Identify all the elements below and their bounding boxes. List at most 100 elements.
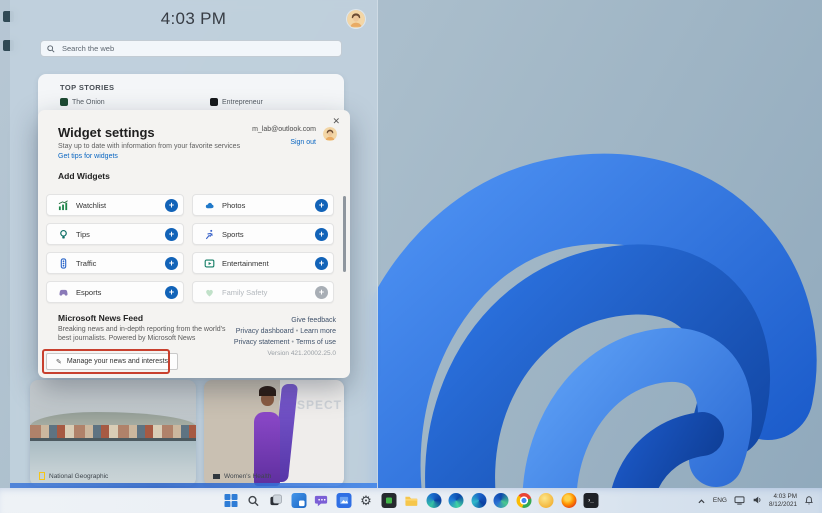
tray-date: 8/12/2021 xyxy=(769,501,797,509)
panel-clock: 4:03 PM xyxy=(10,9,377,29)
scrollbar[interactable] xyxy=(343,196,346,272)
edge-dev-icon[interactable] xyxy=(471,493,486,508)
network-icon[interactable] xyxy=(734,492,745,510)
story-source-icon xyxy=(210,98,218,106)
story-source-label: Entrepreneur xyxy=(222,99,263,106)
news-card-national-geographic[interactable]: National Geographic xyxy=(30,380,196,486)
widget-card-traffic[interactable]: Traffic + xyxy=(46,252,184,274)
card-attribution: Women's Health xyxy=(213,473,271,480)
widget-card-photos[interactable]: Photos + xyxy=(192,194,334,216)
story-source-label: The Onion xyxy=(72,99,105,106)
widget-card-tips[interactable]: Tips + xyxy=(46,223,184,245)
firefox-icon[interactable] xyxy=(561,493,576,508)
widget-card-family-safety[interactable]: Family Safety + xyxy=(192,281,334,303)
edge-stable-icon[interactable] xyxy=(426,493,441,508)
taskbar: ⚙ ›_ ENG xyxy=(0,488,822,513)
edge-canary-icon[interactable] xyxy=(494,493,509,508)
add-sports-button[interactable]: + xyxy=(315,228,328,241)
privacy-dashboard-link[interactable]: Privacy dashboard xyxy=(236,328,294,335)
close-icon[interactable]: ✕ xyxy=(331,115,341,127)
system-tray: ENG 4:03 PM 8/12/2021 xyxy=(697,488,814,513)
chrome-canary-icon[interactable] xyxy=(539,493,554,508)
terminal-icon[interactable]: ›_ xyxy=(584,493,599,508)
tray-clock[interactable]: 4:03 PM 8/12/2021 xyxy=(769,493,797,508)
widget-label: Watchlist xyxy=(76,201,106,210)
story-item[interactable]: The Onion xyxy=(60,98,105,106)
womens-health-logo-icon xyxy=(213,474,220,479)
sports-runner-icon xyxy=(203,228,215,240)
widgets-taskbar-icon[interactable] xyxy=(291,493,306,508)
chat-icon[interactable] xyxy=(314,493,329,508)
widget-settings-dialog: ✕ Widget settings Stay up to date with i… xyxy=(38,110,350,378)
widget-card-esports[interactable]: Esports + xyxy=(46,281,184,303)
family-safety-heart-icon xyxy=(203,286,215,298)
news-card-womens-health[interactable]: RESPECT Women's Health xyxy=(204,380,344,486)
task-view-icon[interactable] xyxy=(269,493,284,508)
learn-more-link[interactable]: Learn more xyxy=(300,328,336,335)
watchlist-icon xyxy=(57,199,69,211)
photos-cloud-icon xyxy=(203,199,215,211)
get-tips-link[interactable]: Get tips for widgets xyxy=(58,153,118,160)
entertainment-screen-icon xyxy=(203,257,215,269)
settings-gear-icon[interactable]: ⚙ xyxy=(359,493,374,508)
file-explorer-icon[interactable] xyxy=(404,493,419,508)
photo-buildings xyxy=(30,425,196,439)
attribution-label: Women's Health xyxy=(224,473,271,480)
user-avatar-icon xyxy=(347,10,365,28)
taskbar-icons: ⚙ ›_ xyxy=(224,488,599,513)
story-source-icon xyxy=(60,98,68,106)
dialog-footer-links: Give feedback Privacy dashboard•Learn mo… xyxy=(234,315,336,359)
manage-news-interests-button[interactable]: ✎ Manage your news and interests xyxy=(46,353,178,370)
widget-card-entertainment[interactable]: Entertainment + xyxy=(192,252,334,274)
volume-icon[interactable] xyxy=(752,492,762,510)
separator-dot: • xyxy=(296,328,298,335)
add-esports-button[interactable]: + xyxy=(165,286,178,299)
photo-hair xyxy=(259,386,276,396)
windows-bloom-wallpaper xyxy=(370,40,822,513)
widget-grid: Watchlist + Photos + Tips + xyxy=(46,194,334,303)
tray-chevron-up-icon[interactable] xyxy=(697,492,706,510)
avatar[interactable] xyxy=(347,10,365,28)
media-app-icon[interactable] xyxy=(336,493,351,508)
search-input[interactable] xyxy=(60,43,335,54)
search-icon xyxy=(47,45,55,53)
start-button-icon[interactable] xyxy=(224,493,239,508)
tips-lightbulb-icon xyxy=(57,228,69,240)
attribution-label: National Geographic xyxy=(49,473,108,480)
sign-out-link[interactable]: Sign out xyxy=(290,139,316,146)
terms-of-use-link[interactable]: Terms of use xyxy=(296,339,336,346)
tray-time: 4:03 PM xyxy=(769,493,797,501)
notification-bell-icon[interactable] xyxy=(804,492,814,510)
edge-beta-icon[interactable] xyxy=(449,493,464,508)
widget-label: Traffic xyxy=(76,259,96,268)
national-geographic-logo-icon xyxy=(39,472,45,480)
widget-label: Tips xyxy=(76,230,90,239)
desktop: 4:03 PM TOP STORIES The Onion xyxy=(0,0,822,513)
story-item[interactable]: Entrepreneur xyxy=(210,98,263,106)
widget-label: Family Safety xyxy=(222,288,267,297)
widget-card-watchlist[interactable]: Watchlist + xyxy=(46,194,184,216)
chrome-icon[interactable] xyxy=(516,493,531,508)
add-family-safety-button-disabled[interactable]: + xyxy=(315,286,328,299)
language-indicator[interactable]: ENG xyxy=(713,497,727,504)
search-taskbar-icon[interactable] xyxy=(246,493,261,508)
widget-label: Entertainment xyxy=(222,259,269,268)
widget-label: Photos xyxy=(222,201,245,210)
add-widgets-heading: Add Widgets xyxy=(58,171,110,181)
privacy-statement-link[interactable]: Privacy statement xyxy=(234,339,290,346)
add-photos-button[interactable]: + xyxy=(315,199,328,212)
version-label: Version 421.20002.25.0 xyxy=(234,348,336,359)
news-feed-description: Breaking news and in-depth reporting fro… xyxy=(58,325,233,343)
esports-controller-icon xyxy=(57,286,69,298)
avatar[interactable] xyxy=(323,127,337,141)
add-entertainment-button[interactable]: + xyxy=(315,257,328,270)
give-feedback-link[interactable]: Give feedback xyxy=(291,317,336,324)
pencil-icon: ✎ xyxy=(56,358,62,366)
widget-card-sports[interactable]: Sports + xyxy=(192,223,334,245)
add-watchlist-button[interactable]: + xyxy=(165,199,178,212)
add-traffic-button[interactable]: + xyxy=(165,257,178,270)
search-bar[interactable] xyxy=(40,40,342,57)
dialog-title: Widget settings xyxy=(58,125,155,140)
add-tips-button[interactable]: + xyxy=(165,228,178,241)
dev-app-icon[interactable] xyxy=(381,493,396,508)
